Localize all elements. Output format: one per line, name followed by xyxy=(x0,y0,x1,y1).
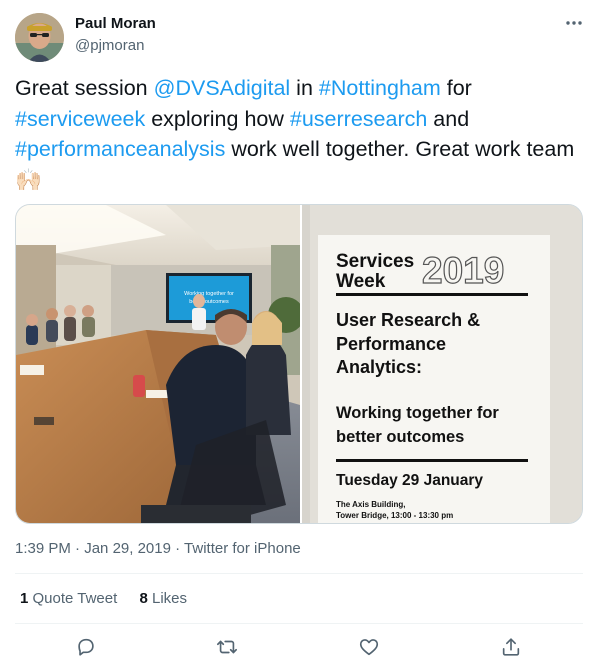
share-icon[interactable] xyxy=(500,636,526,662)
tweet-stats: 1 Quote Tweet 8 Likes xyxy=(20,590,205,607)
media-divider xyxy=(300,205,302,523)
author-name[interactable]: Paul Moran xyxy=(75,15,156,32)
tweet-text: Great session @DVSAdigital in #Nottingha… xyxy=(15,73,575,195)
tweet-text-part: in xyxy=(290,76,319,100)
tweet-date[interactable]: Jan 29, 2019 xyxy=(84,540,171,557)
quote-tweets-stat[interactable]: 1 Quote Tweet xyxy=(20,590,117,607)
poster-heading-line2: Week xyxy=(336,271,386,292)
poster-venue-line2: Tower Bridge, 13:00 - 13:30 pm xyxy=(336,511,453,520)
poster-year: 2019 xyxy=(422,250,504,291)
tweet-text-part: for xyxy=(440,76,472,100)
poster-heading-line1: Services xyxy=(336,251,414,272)
poster-tagline-line1: Working together for xyxy=(336,404,499,422)
author-handle[interactable]: @pjmoran xyxy=(75,37,144,54)
tweet-text-part: and xyxy=(427,106,470,131)
divider xyxy=(15,573,583,574)
meeting-room-photo[interactable]: Working together for better outcomes xyxy=(16,205,304,523)
retweet-icon[interactable] xyxy=(216,636,242,662)
screen-text-line1: Working together for xyxy=(184,291,234,297)
hashtag-link[interactable]: #performanceanalysis xyxy=(15,137,225,161)
heart-icon[interactable] xyxy=(358,636,384,662)
poster-tagline-line2: better outcomes xyxy=(336,428,464,446)
like-count: 8 xyxy=(139,590,148,607)
quote-label: Quote Tweet xyxy=(28,590,118,607)
likes-stat[interactable]: 8 Likes xyxy=(139,590,187,607)
hashtag-link[interactable]: #serviceweek xyxy=(15,107,145,131)
tweet-time[interactable]: 1:39 PM xyxy=(15,540,71,557)
divider xyxy=(15,623,583,624)
poster-topic-line1: User Research & xyxy=(336,310,480,330)
raised-hands-emoji: 🙌🏻 xyxy=(15,167,42,192)
meta-separator: · xyxy=(70,540,85,557)
tweet-meta: 1:39 PM · Jan 29, 2019 · Twitter for iPh… xyxy=(15,540,301,557)
tweet-text-part: exploring how xyxy=(145,106,290,131)
tweet-source[interactable]: Twitter for iPhone xyxy=(184,540,301,557)
poster-topic-line3: Analytics: xyxy=(336,357,422,377)
poster-venue-line1: The Axis Building, xyxy=(336,500,405,509)
tweet-text-part: work well together. Great work team xyxy=(225,137,575,161)
avatar-image xyxy=(15,13,64,62)
tweet-text-part: Great session xyxy=(15,76,154,100)
poster-topic-line2: Performance xyxy=(336,334,446,354)
hashtag-link[interactable]: #Nottingham xyxy=(319,76,441,100)
like-label: Likes xyxy=(147,590,187,607)
reply-icon[interactable] xyxy=(75,636,101,662)
hashtag-link[interactable]: #userresearch xyxy=(290,107,427,131)
more-horizontal-icon[interactable] xyxy=(563,14,585,32)
mention-link[interactable]: @DVSAdigital xyxy=(154,76,291,100)
avatar[interactable] xyxy=(15,13,64,62)
meta-separator: · xyxy=(170,540,185,557)
poster-date: Tuesday 29 January xyxy=(336,472,483,489)
event-poster-photo[interactable]: Services Week 2019 User Research & Perfo… xyxy=(302,205,582,523)
tweet-media: Working together for better outcomes Ser… xyxy=(15,204,583,524)
